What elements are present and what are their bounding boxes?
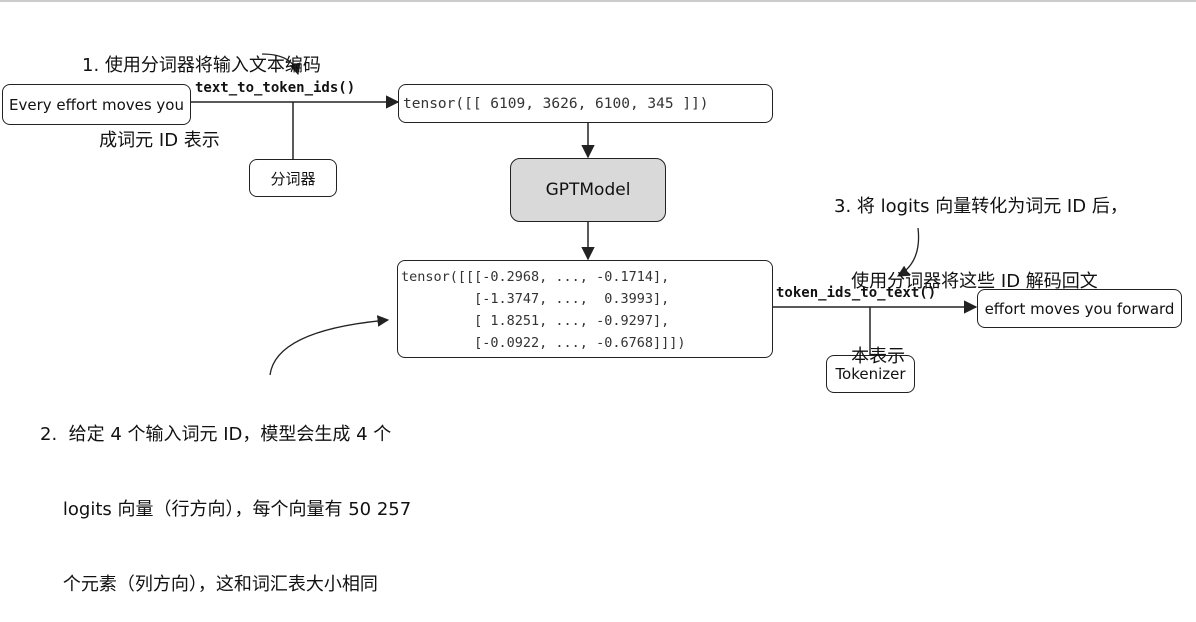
annotation-step-1-line: 成词元 ID 表示 (82, 130, 220, 151)
annotation-step-2-line: logits 向量（行方向），每个向量有 50 257 (40, 499, 412, 520)
annotation-step-2-line: 个元素（列方向），这和词汇表大小相同 (40, 574, 378, 595)
annotation-step-3-line: 使用分词器将这些 ID 解码回文 (834, 271, 1098, 292)
annotation-step-2: 2. 给定 4 个输入词元 ID，模型会生成 4 个 logits 向量（行方向… (40, 372, 411, 622)
annotation-step-3-line: 3. 将 logits 向量转化为词元 ID 后， (834, 196, 1128, 217)
annotation-step-1-line: 1. 使用分词器将输入文本编码 (82, 55, 321, 76)
annotation-step-2-line: 2. 给定 4 个输入词元 ID，模型会生成 4 个 (40, 424, 392, 445)
logits-row: [ 1.8251, ..., -0.9297], (401, 313, 670, 329)
token-ids-text: tensor([[ 6109, 3626, 6100, 345 ]]) (403, 95, 709, 112)
annotation-step-3: 3. 将 logits 向量转化为词元 ID 后， 使用分词器将这些 ID 解码… (834, 144, 1128, 394)
logits-row: [-1.3747, ..., 0.3993], (401, 291, 670, 307)
logits-row: tensor([[[-0.2968, ..., -0.1714], (401, 269, 670, 285)
annotation-step-1: 1. 使用分词器将输入文本编码 成词元 ID 表示 (82, 3, 321, 178)
gpt-model-box: GPTModel (510, 158, 666, 222)
token-ids-box: tensor([[ 6109, 3626, 6100, 345 ]]) (398, 84, 773, 123)
logits-row: [-0.0922, ..., -0.6768]]]) (401, 335, 686, 351)
gpt-model-label: GPTModel (545, 180, 631, 200)
annotation-arrow-2 (269, 315, 390, 376)
logits-tensor-text: tensor([[[-0.2968, ..., -0.1714], [-1.37… (401, 266, 772, 354)
logits-tensor-box: tensor([[[-0.2968, ..., -0.1714], [-1.37… (397, 260, 773, 358)
annotation-step-3-line: 本表示 (834, 346, 906, 367)
